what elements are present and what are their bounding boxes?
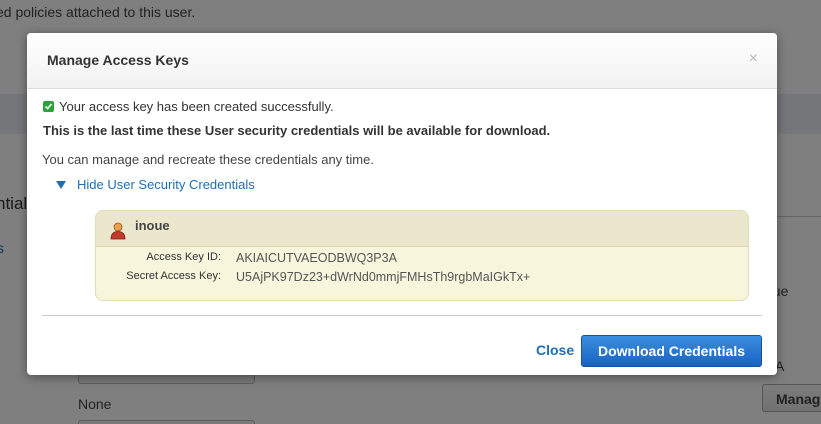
info-message: You can manage and recreate these creden…: [42, 152, 374, 167]
secret-access-key-label: Secret Access Key:: [126, 270, 221, 282]
download-credentials-button[interactable]: Download Credentials: [581, 335, 762, 367]
warning-message: This is the last time these User securit…: [43, 123, 551, 138]
credentials-box: inoue Access Key ID: AKIAICUTVAEODBWQ3P3…: [95, 210, 749, 301]
credentials-username: inoue: [135, 218, 170, 233]
user-icon: [110, 222, 126, 240]
success-message-row: Your access key has been created success…: [43, 98, 334, 114]
modal-title: Manage Access Keys: [47, 52, 189, 68]
success-message: Your access key has been created success…: [59, 98, 334, 114]
modal-footer-divider: [42, 315, 762, 316]
hide-credentials-toggle[interactable]: Hide User Security Credentials: [56, 177, 255, 192]
secret-access-key-value: U5AjPK97Dz23+dWrNd0mmjFMHsTh9rgbMaIGkTx+: [236, 270, 531, 284]
manage-access-keys-modal: Manage Access Keys × Your access key has…: [27, 33, 777, 375]
page: ed policies attached to this user. ntial…: [0, 0, 821, 424]
check-icon: [43, 100, 54, 112]
triangle-down-icon: [56, 180, 66, 189]
access-key-id-value: AKIAICUTVAEODBWQ3P3A: [236, 251, 397, 265]
close-icon[interactable]: ×: [749, 50, 758, 68]
access-key-id-label: Access Key ID:: [146, 251, 221, 263]
credentials-header: inoue: [96, 211, 748, 247]
modal-header: Manage Access Keys ×: [27, 33, 777, 89]
hide-credentials-link[interactable]: Hide User Security Credentials: [77, 177, 255, 192]
close-button[interactable]: Close: [536, 342, 574, 358]
